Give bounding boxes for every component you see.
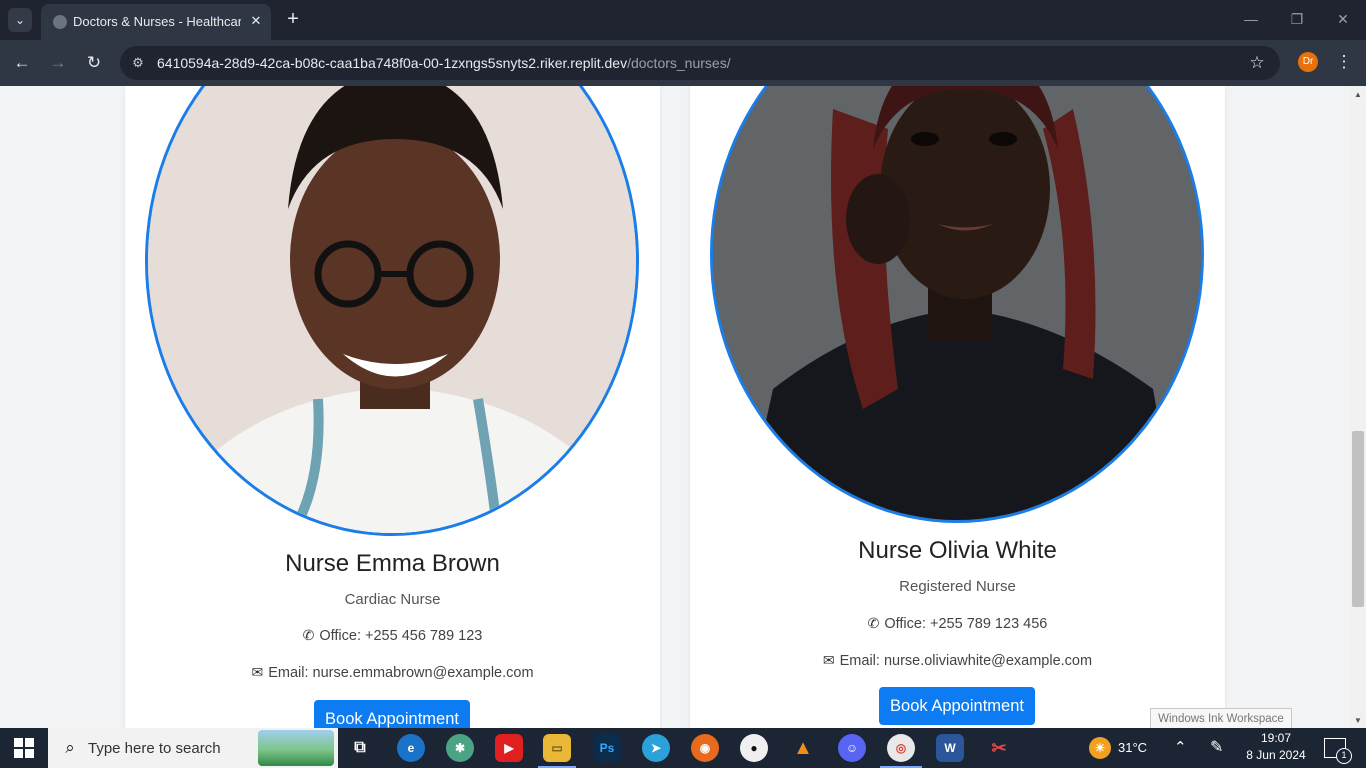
bookmark-star-icon[interactable]: ☆ — [1246, 52, 1268, 74]
nurse-card: Nurse Olivia White Registered Nurse ✆ Off… — [690, 86, 1225, 728]
nurse-photo — [710, 86, 1204, 523]
book-appointment-button[interactable]: Book Appointment — [879, 687, 1035, 725]
email-text: Email: nurse.emmabrown@example.com — [268, 665, 534, 681]
phone-icon: ✆ — [867, 615, 880, 631]
restore-icon[interactable]: ❐ — [1286, 8, 1308, 30]
forward-arrow-icon[interactable]: → — [47, 52, 69, 74]
office-text: Office: +255 456 789 123 — [319, 628, 483, 644]
book-appointment-button[interactable]: Book Appointment — [314, 700, 470, 728]
nurse-name: Nurse Emma Brown — [285, 550, 500, 577]
telegram-icon[interactable]: ➤ — [642, 734, 670, 762]
windows-start-icon[interactable] — [14, 738, 34, 758]
snipping-tool-icon[interactable]: ✂ — [985, 734, 1013, 762]
minimize-icon[interactable]: — — [1240, 8, 1262, 30]
edge-icon[interactable]: e — [397, 734, 425, 762]
notification-count-badge: 1 — [1336, 748, 1352, 764]
page-scrollbar[interactable]: ▲ ▼ — [1350, 86, 1366, 728]
tab-search-chevron-icon[interactable]: ⌄ — [8, 8, 32, 32]
new-tab-plus-icon[interactable]: + — [282, 8, 304, 30]
site-settings-icon[interactable]: ⚙ — [130, 55, 146, 71]
nurse-email: ✉ Email: nurse.oliviawhite@example.com — [690, 652, 1225, 669]
back-arrow-icon[interactable]: ← — [11, 52, 33, 74]
page-viewport: Nurse Emma Brown Cardiac Nurse ✆ Office: … — [0, 86, 1350, 728]
nurse-office: ✆ Office: +255 789 123 456 — [690, 615, 1225, 632]
vlc-icon[interactable]: ▲ — [789, 734, 817, 762]
nurse-name: Nurse Olivia White — [858, 537, 1057, 564]
windows-ink-pen-icon[interactable]: ✎ — [1210, 728, 1223, 768]
github-icon[interactable]: ● — [740, 734, 768, 762]
nurse-photo — [145, 86, 639, 536]
taskbar-search-box[interactable]: ⌕ Type here to search — [48, 728, 338, 768]
reload-icon[interactable]: ↻ — [83, 52, 105, 74]
browser-toolbar: ← → ↻ ⚙ 6410594a-28d9-42ca-b08c-caa1ba74… — [0, 40, 1366, 86]
envelope-icon: ✉ — [822, 652, 835, 668]
envelope-icon: ✉ — [251, 664, 264, 680]
tab-favicon-icon — [53, 15, 67, 29]
clock-date: 8 Jun 2024 — [1246, 748, 1306, 762]
url-host: 6410594a-28d9-42ca-b08c-caa1ba748f0a-00-… — [157, 55, 628, 71]
nurse-card: Nurse Emma Brown Cardiac Nurse ✆ Office: … — [125, 86, 660, 728]
tray-chevron-icon[interactable]: ⌃ — [1174, 728, 1187, 768]
windows-taskbar: ⌕ Type here to search ⧉ e ✱ ▶ ▭ Ps ➤ ◉ ●… — [0, 728, 1366, 768]
nurse-portrait-icon — [713, 86, 1201, 520]
browser-tab-bar: ⌄ Doctors & Nurses - Healthcare ✕ + — ❐ … — [0, 0, 1366, 40]
scroll-down-arrow-icon[interactable]: ▼ — [1350, 716, 1366, 726]
email-text: Email: nurse.oliviawhite@example.com — [839, 653, 1093, 669]
nurse-role: Registered Nurse — [899, 578, 1016, 595]
nurse-office: ✆ Office: +255 456 789 123 — [125, 627, 660, 644]
tab-close-icon[interactable]: ✕ — [247, 12, 265, 30]
nurse-email: ✉ Email: nurse.emmabrown@example.com — [125, 664, 660, 681]
discord-icon[interactable]: ☺ — [838, 734, 866, 762]
nurse-role: Cardiac Nurse — [344, 591, 441, 608]
window-close-icon[interactable]: ✕ — [1332, 8, 1354, 30]
phone-icon: ✆ — [302, 627, 315, 643]
office-text: Office: +255 789 123 456 — [884, 616, 1048, 632]
url-path: /doctors_nurses/ — [627, 55, 731, 71]
firefox-icon[interactable]: ◉ — [691, 734, 719, 762]
tab-title: Doctors & Nurses - Healthcare — [73, 14, 241, 29]
browser-tab[interactable]: Doctors & Nurses - Healthcare ✕ — [41, 4, 271, 40]
address-bar[interactable]: ⚙ 6410594a-28d9-42ca-b08c-caa1ba748f0a-0… — [120, 46, 1280, 80]
photoshop-icon[interactable]: Ps — [593, 734, 621, 762]
weather-icon[interactable]: ☀ — [1089, 737, 1111, 759]
word-icon[interactable]: W — [936, 734, 964, 762]
chrome-icon[interactable]: ◎ — [887, 734, 915, 762]
profile-avatar[interactable]: Dr — [1298, 52, 1318, 72]
chatgpt-icon[interactable]: ✱ — [446, 734, 474, 762]
taskbar-clock[interactable]: 19:07 8 Jun 2024 — [1242, 730, 1310, 764]
task-view-icon[interactable]: ⧉ — [346, 734, 374, 762]
youtube-icon[interactable]: ▶ — [495, 734, 523, 762]
windows-ink-tooltip: Windows Ink Workspace — [1150, 708, 1292, 730]
file-explorer-icon[interactable]: ▭ — [543, 734, 571, 762]
search-placeholder: Type here to search — [88, 740, 221, 757]
scroll-up-arrow-icon[interactable]: ▲ — [1350, 90, 1366, 100]
clock-time: 19:07 — [1260, 731, 1292, 745]
url-text[interactable]: 6410594a-28d9-42ca-b08c-caa1ba748f0a-00-… — [157, 55, 731, 71]
nurse-portrait-icon — [148, 86, 636, 533]
weather-temperature[interactable]: 31°C — [1118, 728, 1147, 768]
browser-menu-icon[interactable]: ⋮ — [1334, 52, 1354, 72]
scroll-thumb[interactable] — [1352, 431, 1364, 607]
search-highlight-image — [258, 730, 334, 766]
search-icon: ⌕ — [65, 738, 75, 757]
